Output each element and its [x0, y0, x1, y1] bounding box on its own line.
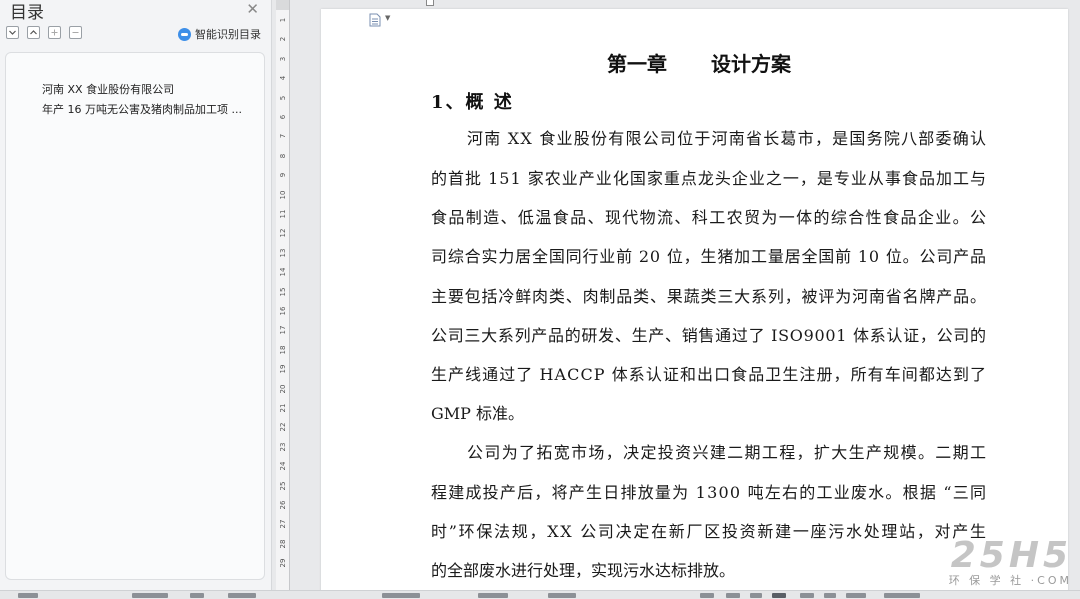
status-item[interactable] [228, 593, 256, 598]
status-item[interactable] [478, 593, 508, 598]
ruler-number: 22 [279, 422, 287, 432]
ruler-number: 6 [279, 114, 287, 120]
smart-toc-label: 智能识别目录 [195, 28, 261, 41]
paragraph-line: 程建成投产后，将产生日排放量为 1300 吨左右的工业废水。根据 “三同 [431, 483, 988, 502]
ruler-number: 26 [279, 500, 287, 510]
watermark: 25H5 环 保 学 社 ·COM [949, 538, 1072, 588]
ruler-number: 13 [279, 248, 287, 258]
ruler-number: 15 [279, 287, 287, 297]
paragraph-line: 河南 XX 食业股份有限公司位于河南省长葛市，是国务院八部委确认 [467, 129, 988, 148]
smart-toc-button[interactable]: 智能识别目录 [178, 26, 261, 42]
ruler-number: 14 [279, 267, 287, 277]
ruler-number: 10 [279, 190, 287, 200]
ruler-number: 19 [279, 364, 287, 374]
chevron-up-icon [30, 30, 37, 35]
zoom-level[interactable] [884, 593, 920, 598]
status-item[interactable] [190, 593, 204, 598]
collapse-down-button[interactable] [6, 26, 19, 39]
ruler-number: 16 [279, 306, 287, 316]
view-icon[interactable] [772, 593, 786, 598]
toc-toolbar [6, 26, 82, 40]
ruler-number: 24 [279, 461, 287, 471]
paragraph-line: 司综合实力居全国同行业前 20 位，生猪加工量居全国前 10 位。公司产品 [431, 247, 987, 266]
status-item[interactable] [548, 593, 576, 598]
plus-icon [51, 29, 58, 36]
ruler-number: 3 [279, 56, 287, 62]
globe-icon[interactable] [824, 593, 836, 598]
remove-heading-button[interactable] [69, 26, 82, 39]
toc-item[interactable]: 年产 16 万吨无公害及猪肉制品加工项 ... [42, 101, 242, 117]
toc-item[interactable]: 河南 XX 食业股份有限公司 [42, 81, 174, 97]
add-heading-button[interactable] [48, 26, 61, 39]
vertical-ruler[interactable]: 1 2 3 4 5 6 7 8 9 10 11 12 13 14 15 16 17 18 19 20 21 22 23 24 2… [276, 0, 290, 590]
ruler-number: 21 [279, 403, 287, 413]
view-icon[interactable] [800, 593, 814, 598]
ruler-number: 7 [279, 134, 287, 139]
status-item[interactable] [18, 593, 38, 598]
nav-header: 目录 ✕ [0, 0, 271, 24]
paragraph-line: 公司三大系列产品的研发、生产、销售通过了 ISO9001 体系认证，公司的 [431, 326, 987, 345]
ruler-number: 20 [279, 384, 287, 394]
navigation-pane: 目录 ✕ 智能识别目录 河南 XX 食业股份有限公司 年产 16 万吨无公害及猪… [0, 0, 272, 590]
status-bar [0, 590, 1080, 599]
page-margin-marker[interactable] [426, 0, 434, 6]
ruler-number: 11 [279, 209, 287, 219]
smart-toc-icon [178, 27, 191, 41]
paragraph-line: 主要包括冷鲜肉类、肉制品类、果蔬类三大系列，被评为河南省名牌产品。 [431, 287, 987, 306]
minus-icon [72, 32, 79, 33]
paragraph-line: 时”环保法规，XX 公司决定在新厂区投资新建一座污水处理站，对产生 [431, 522, 988, 541]
watermark-subtitle: 环 保 学 社 ·COM [948, 574, 1072, 587]
ruler-number: 18 [279, 345, 287, 355]
paragraph-line: 食品制造、低温食品、现代物流、科工农贸为一体的综合性食品企业。公 [431, 208, 988, 227]
ruler-number: 1 [279, 17, 287, 23]
ruler-number: 8 [279, 153, 287, 159]
ruler-number: 12 [279, 228, 287, 238]
watermark-logo: 25H5 [950, 535, 1072, 576]
caret-down-icon[interactable]: ▼ [385, 14, 390, 22]
chapter-number: 第一章 [607, 52, 667, 76]
ruler-number: 4 [279, 75, 287, 81]
nav-title: 目录 [10, 3, 44, 23]
chapter-name: 设计方案 [711, 52, 791, 76]
status-item[interactable] [132, 593, 168, 598]
ruler-number: 25 [279, 481, 287, 491]
document-icon[interactable] [369, 13, 381, 27]
chevron-down-icon [9, 30, 16, 35]
paragraph-line: 公司为了拓宽市场，决定投资兴建二期工程，扩大生产规模。二期工 [467, 443, 988, 462]
view-icon[interactable] [700, 593, 714, 598]
ruler-number: 2 [279, 37, 287, 42]
section-heading: 1、概 述 [431, 92, 514, 113]
ruler-number: 5 [279, 95, 287, 100]
toc-list: 河南 XX 食业股份有限公司 年产 16 万吨无公害及猪肉制品加工项 ... [5, 52, 265, 580]
ruler-number: 9 [279, 172, 287, 178]
ruler-number: 29 [279, 558, 287, 568]
close-icon[interactable]: ✕ [246, 0, 259, 18]
chapter-title: 第一章 设计方案 [607, 48, 791, 77]
view-icon[interactable] [726, 593, 740, 598]
ruler-number: 28 [279, 539, 287, 549]
ruler-number: 17 [279, 325, 287, 335]
paragraph-line: GMP 标准。 [431, 404, 525, 423]
paragraph-line: 生产线通过了 HACCP 体系认证和出口食品卫生注册，所有车间都达到了 [431, 365, 988, 384]
paragraph-line: 的首批 151 家农业产业化国家重点龙头企业之一，是专业从事食品加工与 [431, 169, 987, 188]
collapse-up-button[interactable] [27, 26, 40, 39]
status-item[interactable] [382, 593, 420, 598]
zoom-control[interactable] [846, 593, 866, 598]
paragraph-line: 的全部废水进行处理，实现污水达标排放。 [431, 561, 736, 580]
ruler-number: 23 [279, 442, 287, 452]
ruler-number: 27 [279, 519, 287, 529]
view-icon[interactable] [750, 593, 762, 598]
